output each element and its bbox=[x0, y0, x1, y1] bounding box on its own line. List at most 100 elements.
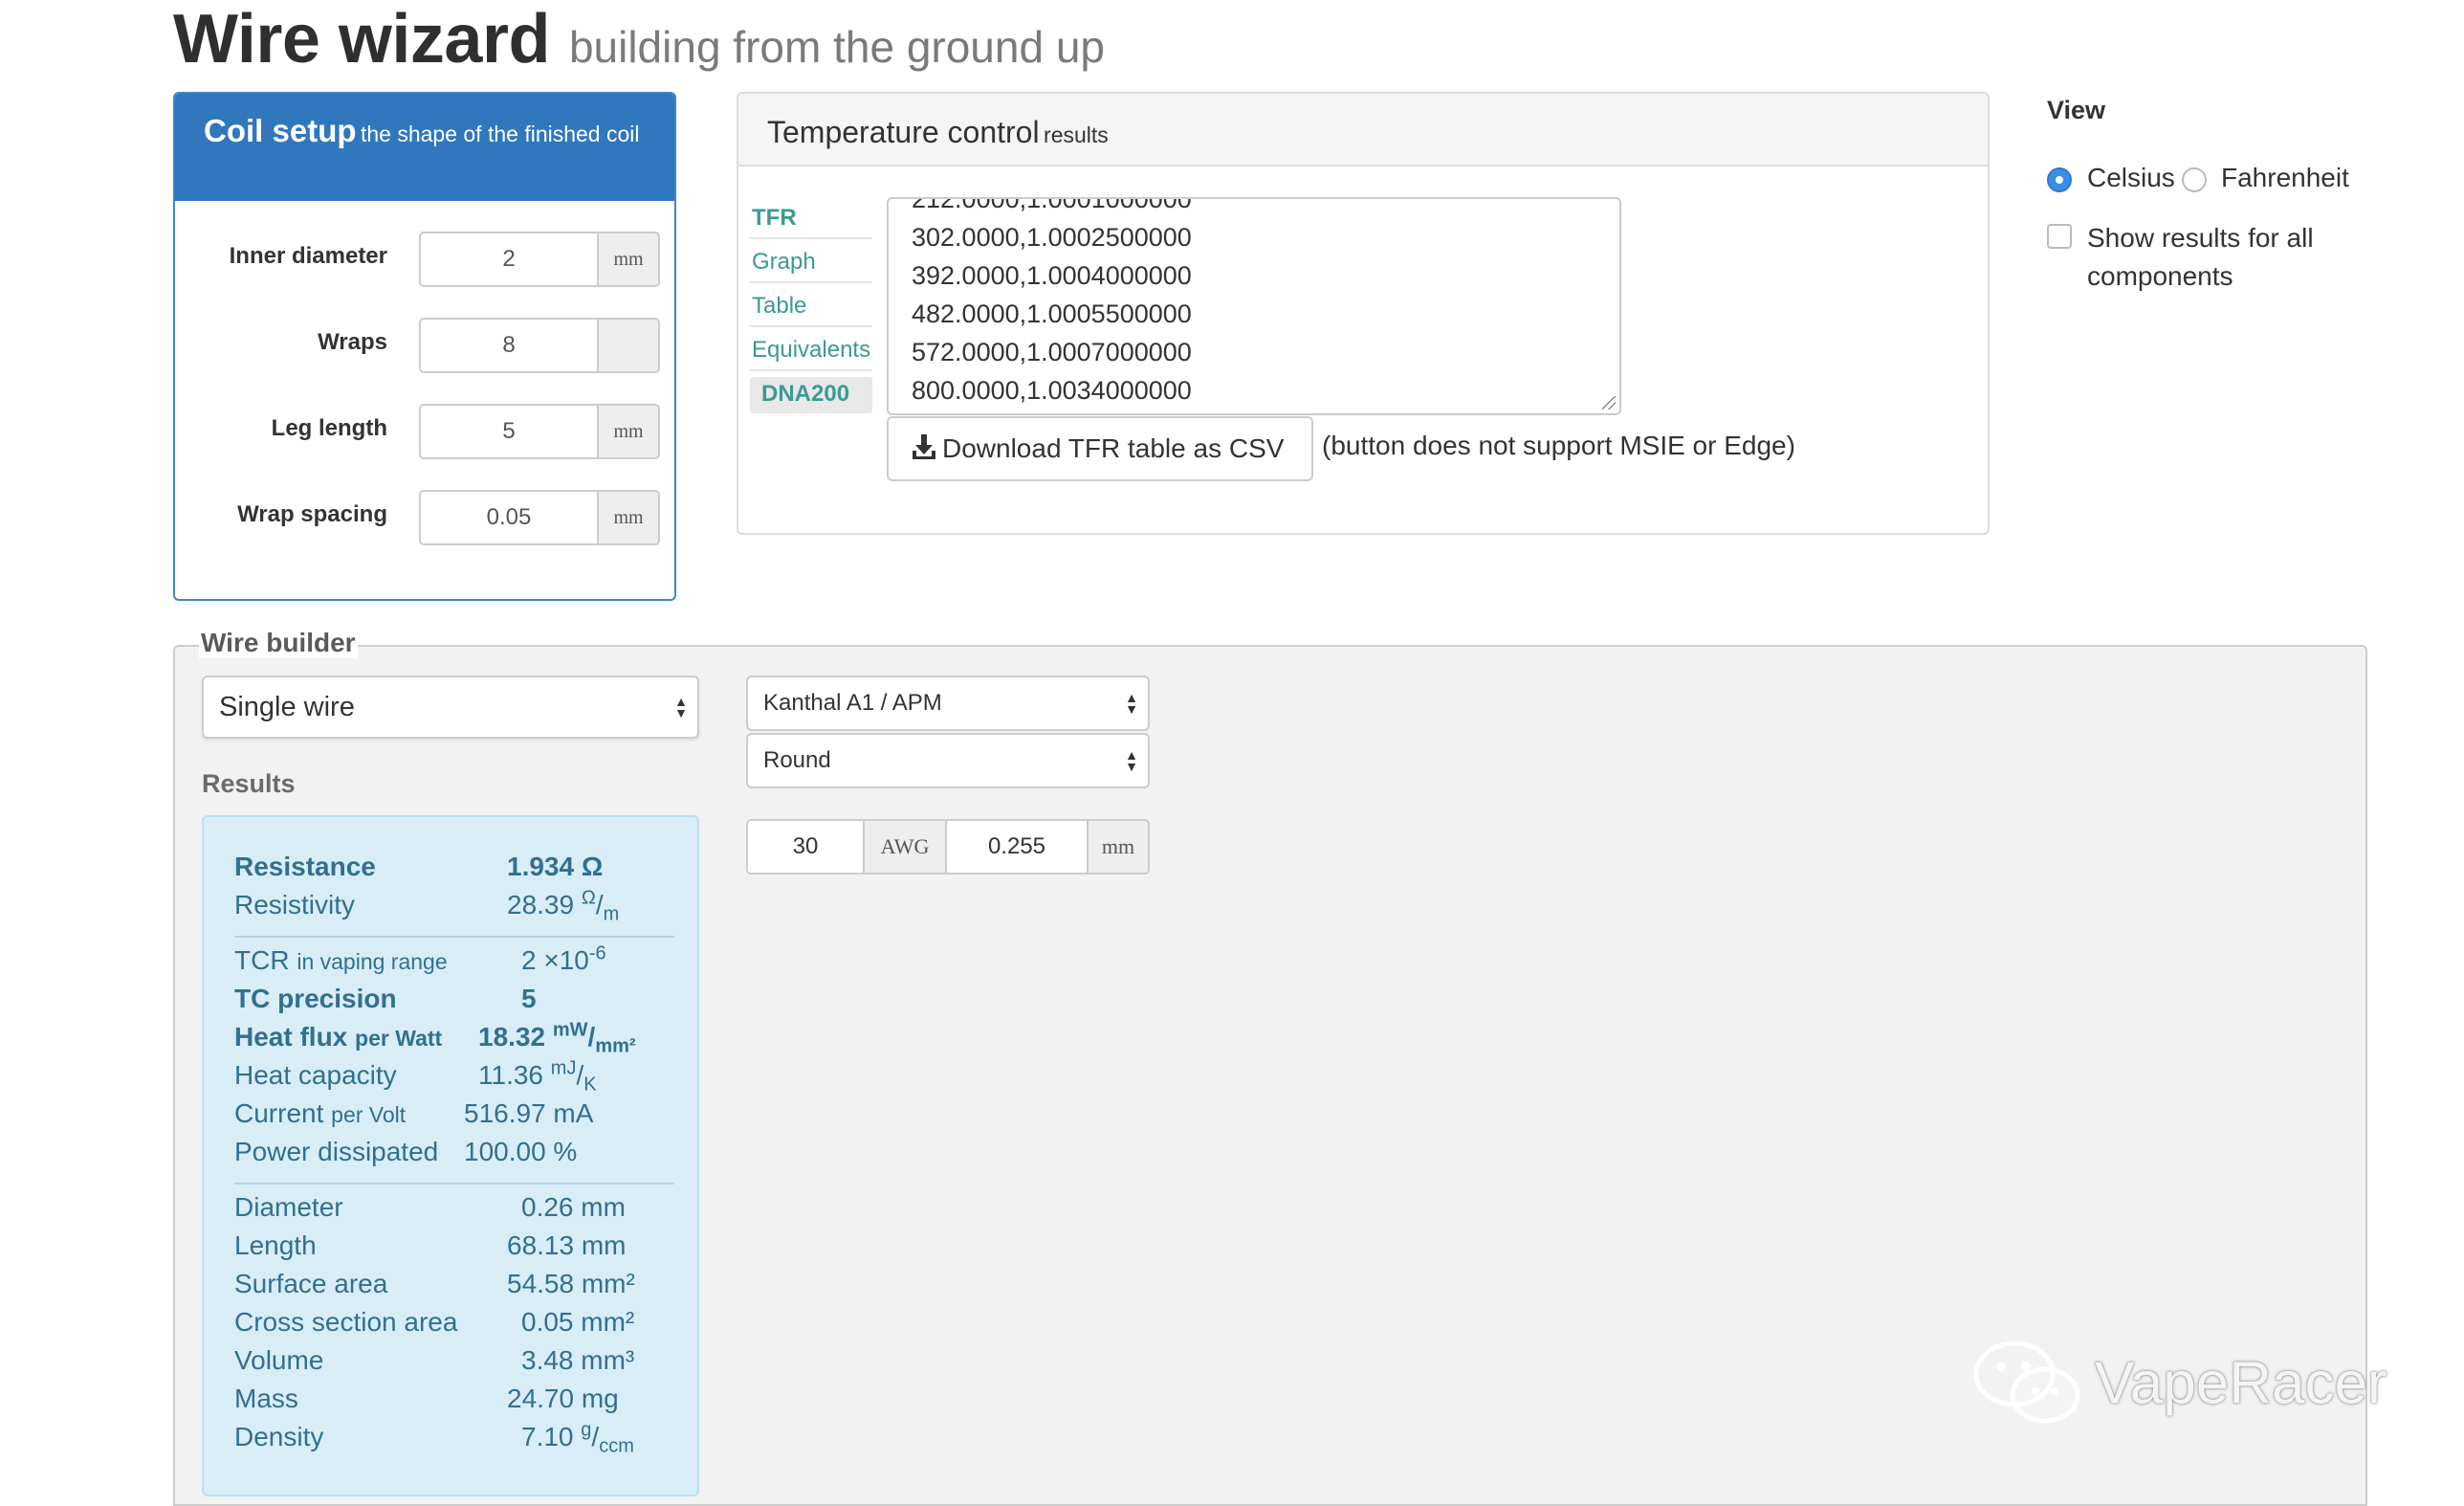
wraps-label: Wraps bbox=[318, 329, 387, 355]
leg-length-input[interactable]: 5 bbox=[419, 404, 599, 459]
result-unit: Ω bbox=[581, 887, 596, 909]
download-note: (button does not support MSIE or Edge) bbox=[1322, 431, 1795, 460]
result-unit: K bbox=[583, 1074, 597, 1096]
material-value: Kanthal A1 / APM bbox=[763, 690, 942, 716]
result-unit: % bbox=[553, 1137, 578, 1166]
result-unit: Ω bbox=[581, 852, 604, 881]
result-value: 516.97 bbox=[464, 1098, 546, 1128]
result-value: 100.00 bbox=[464, 1137, 546, 1166]
temperature-control-title: Temperature control bbox=[767, 115, 1040, 149]
wrap-spacing-row: Wrap spacing 0.05 mm bbox=[175, 490, 674, 547]
result-unit: mJ bbox=[550, 1057, 577, 1079]
inner-diameter-row: Inner diameter 2 mm bbox=[175, 232, 674, 289]
result-value: 0.26 bbox=[521, 1192, 574, 1222]
tfr-line: 800.0000,1.0034000000 bbox=[912, 376, 1192, 405]
celsius-radio[interactable] bbox=[2047, 167, 2072, 192]
resize-handle-icon[interactable] bbox=[1602, 396, 1616, 410]
result-unit: g bbox=[581, 1419, 592, 1441]
tfr-line: 572.0000,1.0007000000 bbox=[912, 338, 1192, 366]
result-label: Density bbox=[234, 1422, 324, 1451]
wire-diameter-unit: mm bbox=[1087, 819, 1150, 875]
page-header: Wire wizard building from the ground up bbox=[173, 0, 1105, 78]
result-heat-flux: Heat flux per Watt 18.32 mW/mm² bbox=[234, 1019, 636, 1057]
shape-select[interactable]: Round ▲ ▼ bbox=[746, 733, 1150, 788]
show-all-checkbox[interactable] bbox=[2047, 224, 2072, 249]
result-unit: mm² bbox=[581, 1269, 635, 1298]
awg-input[interactable]: 30 bbox=[746, 819, 865, 875]
leg-length-row: Leg length 5 mm bbox=[175, 404, 674, 461]
download-csv-button[interactable]: Download TFR table as CSV bbox=[887, 416, 1313, 481]
result-value: 54.58 bbox=[507, 1269, 575, 1298]
leg-length-unit: mm bbox=[597, 404, 660, 459]
celsius-label[interactable]: Celsius bbox=[2087, 163, 2175, 193]
page-title: Wire wizard bbox=[173, 1, 550, 78]
result-value: 5 bbox=[521, 984, 537, 1013]
tfr-line: 392.0000,1.0004000000 bbox=[912, 261, 1192, 290]
result-value: 7.10 bbox=[521, 1422, 574, 1451]
result-heat-capacity: Heat capacity 11.36 mJ/K bbox=[234, 1057, 597, 1096]
result-label: TCR bbox=[234, 945, 290, 975]
result-label: Resistance bbox=[234, 852, 376, 881]
tfr-line: 482.0000,1.0005500000 bbox=[912, 299, 1192, 328]
result-label: Heat flux bbox=[234, 1022, 348, 1052]
leg-length-label: Leg length bbox=[271, 415, 387, 441]
result-label: Cross section area bbox=[234, 1307, 458, 1337]
result-length: Length 68.13 mm bbox=[234, 1230, 674, 1269]
result-value: 0.05 bbox=[521, 1307, 574, 1337]
coil-setup-panel: Coil setup the shape of the finished coi… bbox=[173, 92, 676, 601]
result-value: 18.32 bbox=[478, 1022, 546, 1052]
coil-setup-subtitle: the shape of the finished coil bbox=[360, 122, 640, 146]
result-current: Current per Volt 516.97 mA bbox=[234, 1098, 674, 1137]
view-title: View bbox=[2047, 96, 2106, 124]
wrap-spacing-input[interactable]: 0.05 bbox=[419, 490, 599, 545]
select-arrows-icon: ▲ ▼ bbox=[1125, 690, 1138, 717]
tab-dna200[interactable]: DNA200 bbox=[750, 377, 872, 413]
tab-graph[interactable]: Graph bbox=[750, 245, 872, 283]
fahrenheit-label[interactable]: Fahrenheit bbox=[2221, 163, 2349, 193]
result-value: 28.39 bbox=[507, 890, 575, 919]
results-title: Results bbox=[202, 769, 296, 798]
select-arrows-icon: ▲ ▼ bbox=[1125, 747, 1138, 774]
result-value: 11.36 bbox=[478, 1060, 543, 1090]
results-box: Resistance 1.934 Ω Resistivity 28.39 Ω/m… bbox=[202, 815, 699, 1496]
tab-tfr[interactable]: TFR bbox=[750, 201, 872, 239]
result-unit: mm² bbox=[581, 1307, 635, 1337]
result-value: 1.934 bbox=[507, 852, 575, 881]
wraps-unit bbox=[597, 318, 660, 373]
page-subtitle: building from the ground up bbox=[568, 22, 1105, 72]
tab-equivalents[interactable]: Equivalents bbox=[750, 333, 872, 371]
wire-diameter-input[interactable]: 0.255 bbox=[945, 819, 1089, 875]
wraps-input[interactable]: 8 bbox=[419, 318, 599, 373]
result-resistivity: Resistivity 28.39 Ω/m bbox=[234, 887, 620, 925]
result-unit: ×10 bbox=[543, 945, 589, 975]
tfr-line: 302.0000,1.0002500000 bbox=[912, 223, 1192, 252]
result-unit: ccm bbox=[599, 1435, 634, 1457]
result-label: Current bbox=[234, 1098, 324, 1128]
result-label: Resistivity bbox=[234, 890, 356, 919]
result-value: 2 bbox=[521, 945, 537, 975]
show-all-label[interactable]: Show results for all components bbox=[2087, 219, 2374, 296]
temperature-control-header: Temperature control results bbox=[738, 94, 1988, 166]
tfr-line: 212.0000,1.0001000000 bbox=[912, 197, 1192, 213]
wraps-row: Wraps 8 bbox=[175, 318, 674, 375]
tfr-textarea[interactable]: 212.0000,1.0001000000 302.0000,1.0002500… bbox=[887, 197, 1621, 415]
result-volume: Volume 3.48 mm³ bbox=[234, 1345, 674, 1384]
result-unit: mm² bbox=[595, 1035, 636, 1057]
inner-diameter-input[interactable]: 2 bbox=[419, 232, 599, 287]
result-unit: m bbox=[603, 903, 620, 925]
build-type-select[interactable]: Single wire ▲ ▼ bbox=[202, 675, 699, 739]
shape-value: Round bbox=[763, 747, 831, 773]
wrap-spacing-label: Wrap spacing bbox=[237, 501, 387, 527]
download-csv-label: Download TFR table as CSV bbox=[942, 433, 1285, 463]
inner-diameter-label: Inner diameter bbox=[229, 243, 387, 269]
result-unit: mm bbox=[581, 1192, 626, 1222]
result-label-small: per Watt bbox=[355, 1026, 443, 1051]
material-select[interactable]: Kanthal A1 / APM ▲ ▼ bbox=[746, 675, 1150, 731]
result-label: Heat capacity bbox=[234, 1060, 397, 1090]
temperature-control-subtitle: results bbox=[1044, 122, 1109, 147]
wrap-spacing-unit: mm bbox=[597, 490, 660, 545]
result-label: TC precision bbox=[234, 984, 397, 1013]
fahrenheit-radio[interactable] bbox=[2182, 167, 2207, 192]
awg-unit: AWG bbox=[863, 819, 947, 875]
tab-table[interactable]: Table bbox=[750, 289, 872, 327]
